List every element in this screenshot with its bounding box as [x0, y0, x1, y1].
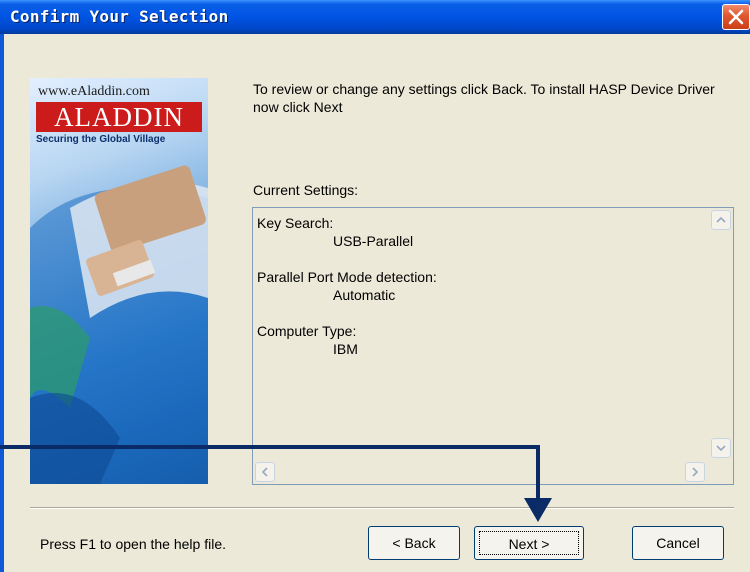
annotation-arrow: [0, 445, 552, 522]
